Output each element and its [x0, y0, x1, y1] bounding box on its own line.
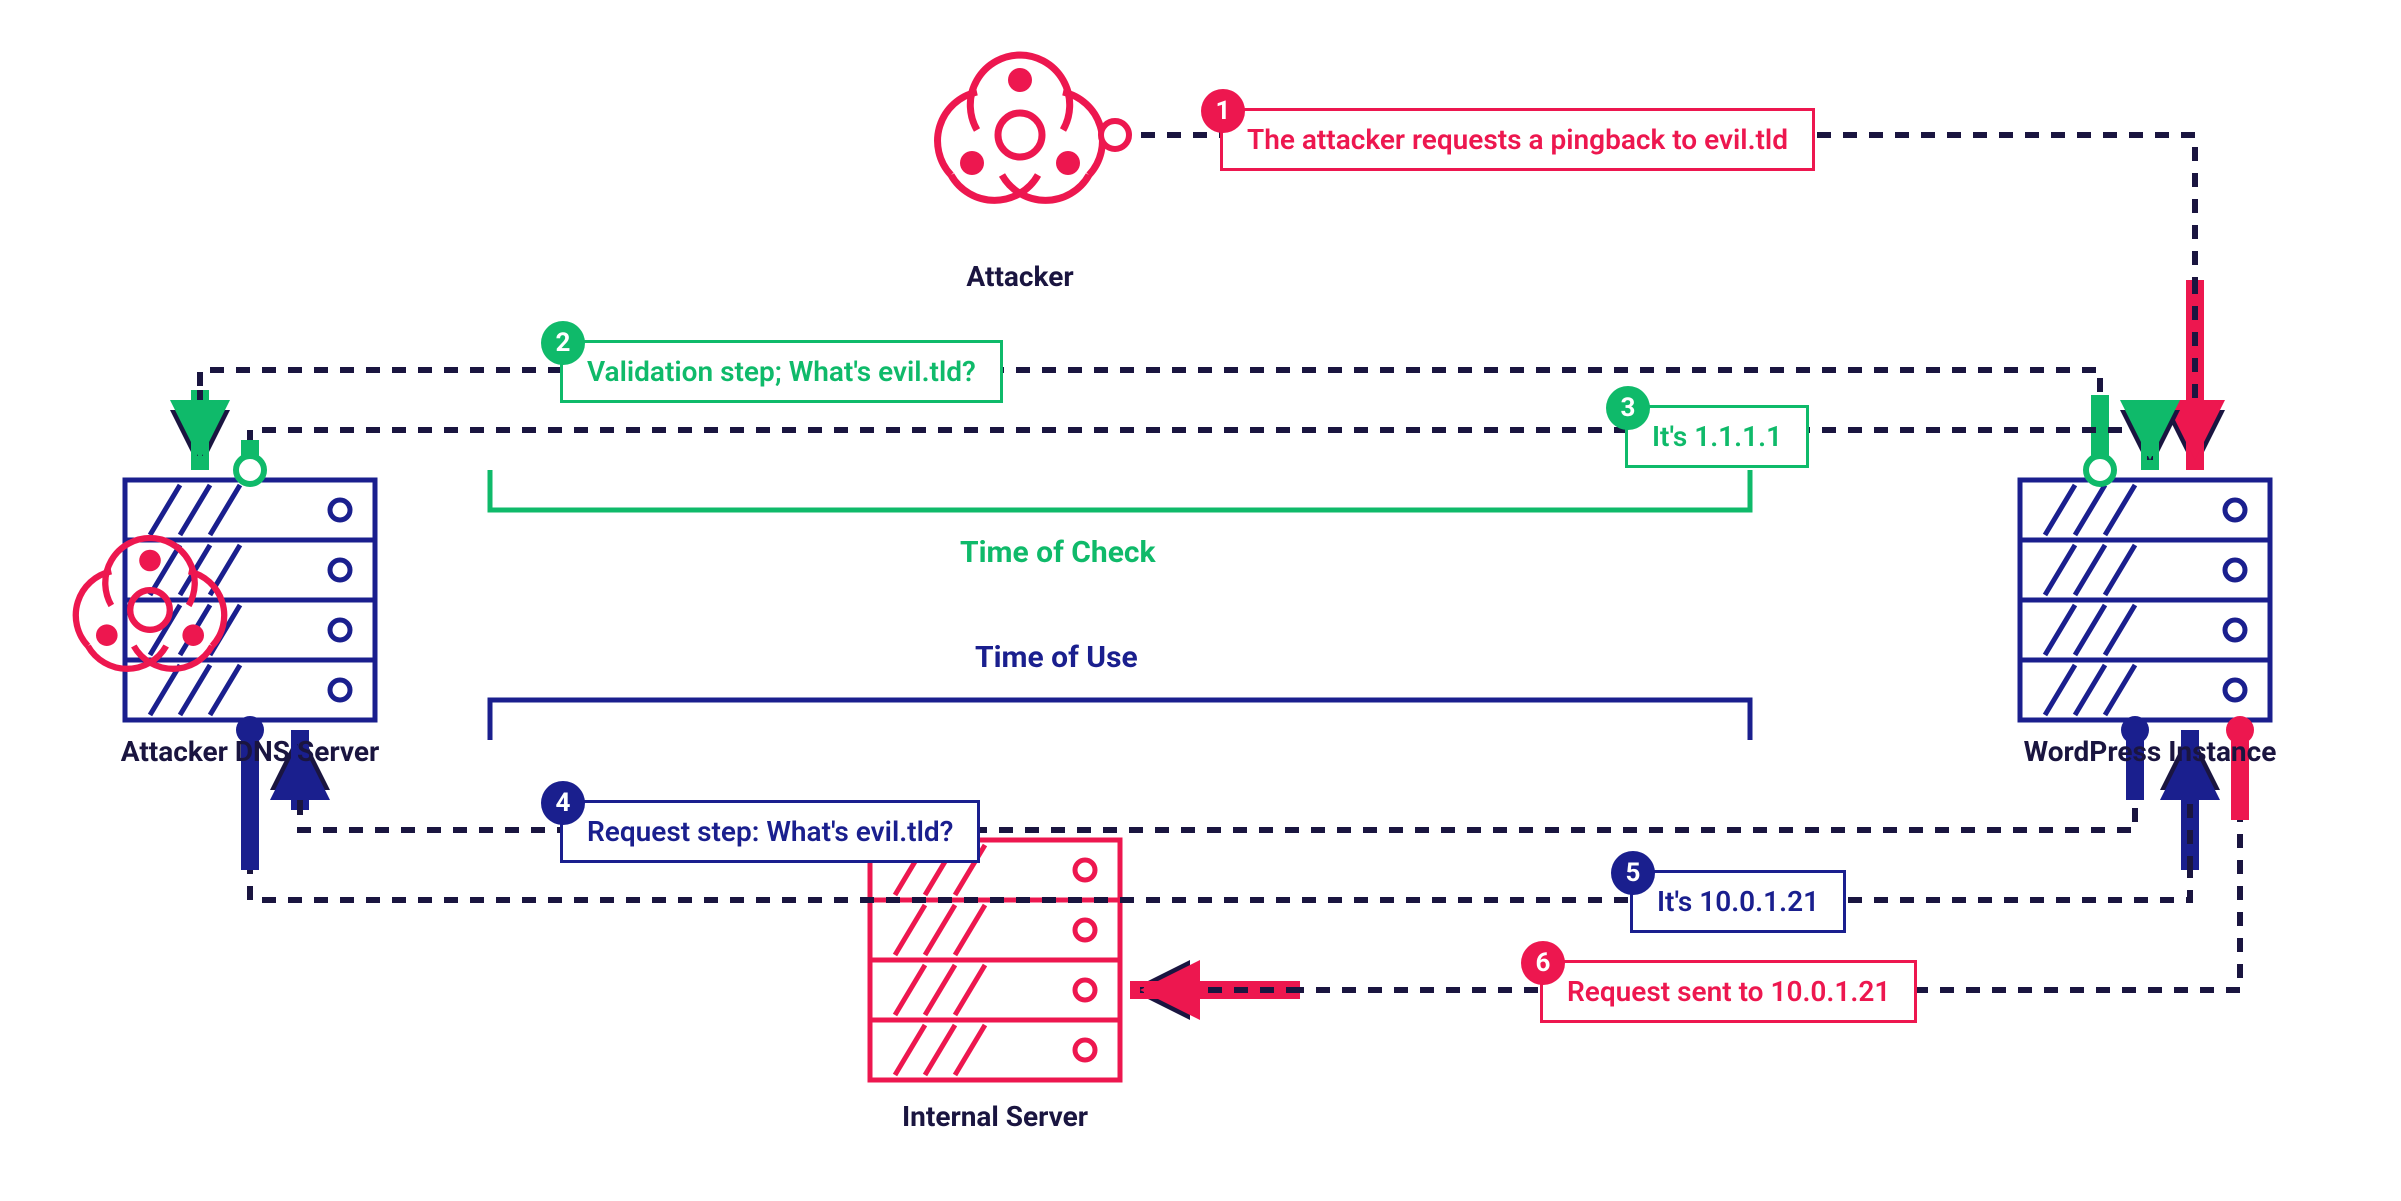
step-6-box: 6 Request sent to 10.0.1.21 [1540, 960, 1917, 1023]
diagram-canvas [0, 0, 2401, 1201]
step-1-box: 1 The attacker requests a pingback to ev… [1220, 108, 1815, 171]
internal-server-icon [870, 840, 1120, 1080]
step-2-text: Validation step; What's evil.tld? [587, 355, 976, 388]
internal-label: Internal Server [870, 1100, 1120, 1133]
dns-label: Attacker DNS Server [70, 735, 430, 768]
step-4-box: 4 Request step: What's evil.tld? [560, 800, 980, 863]
step-1-badge: 1 [1201, 89, 1245, 133]
step-2-box: 2 Validation step; What's evil.tld? [560, 340, 1003, 403]
step-6-text: Request sent to 10.0.1.21 [1567, 975, 1890, 1008]
time-of-check-label: Time of Check [960, 535, 1156, 570]
step-3-box: 3 It's 1.1.1.1 [1625, 405, 1809, 468]
step-5-badge: 5 [1611, 851, 1655, 895]
time-of-use-label: Time of Use [975, 640, 1138, 675]
step-5-text: It's 10.0.1.21 [1657, 885, 1819, 918]
step-2-badge: 2 [541, 321, 585, 365]
step-4-text: Request step: What's evil.tld? [587, 815, 953, 848]
wordpress-server-icon [2020, 480, 2270, 720]
step-3-text: It's 1.1.1.1 [1652, 420, 1782, 453]
attacker-label: Attacker [920, 260, 1120, 293]
step-5-box: 5 It's 10.0.1.21 [1630, 870, 1846, 933]
step-6-badge: 6 [1521, 941, 1565, 985]
step-4-badge: 4 [541, 781, 585, 825]
step-1-text: The attacker requests a pingback to evil… [1247, 123, 1788, 156]
step-3-badge: 3 [1606, 386, 1650, 430]
biohazard-icon [938, 55, 1103, 200]
wordpress-label: WordPress Instance [1990, 735, 2310, 768]
dns-server-icon [125, 480, 375, 720]
